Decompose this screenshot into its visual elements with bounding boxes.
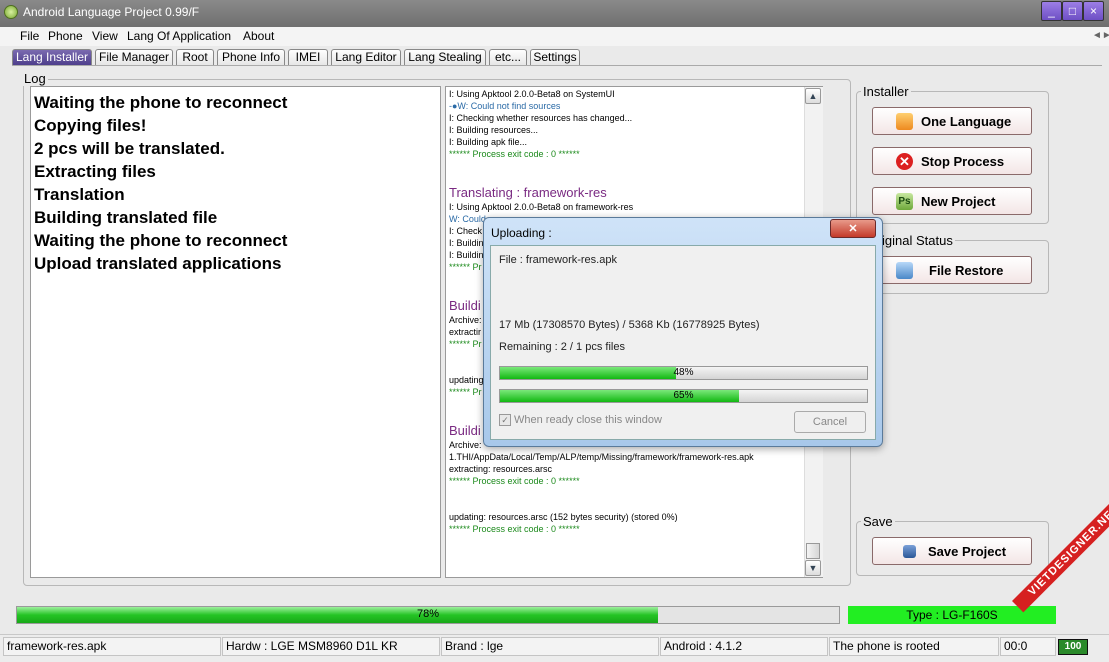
status-root: The phone is rooted <box>829 637 999 656</box>
battery-icon: 100 <box>1058 639 1088 655</box>
log-detail-line: I: Check <box>449 226 483 236</box>
close-window-button[interactable]: × <box>1083 1 1104 21</box>
tab-file-manager[interactable]: File Manager <box>95 49 173 65</box>
log-detail-line: updating <box>449 375 484 385</box>
log-detail-line: I: Using Apktool 2.0.0-Beta8 on SystemUI <box>449 89 615 99</box>
main-progress-label: 78% <box>416 608 440 620</box>
scroll-down-icon[interactable]: ▼ <box>805 560 821 576</box>
log-detail-line: Archive: <box>449 440 482 450</box>
save-project-button[interactable]: Save Project <box>872 537 1032 565</box>
menu-file[interactable]: File <box>20 29 39 43</box>
log-detail-line: updating: resources.arsc (152 bytes secu… <box>449 512 678 522</box>
file-progress-bar: 48% <box>499 366 868 380</box>
total-progress-label: 65% <box>673 390 694 401</box>
log-detail-line: extractir <box>449 327 482 337</box>
status-brand: Brand : lge <box>441 637 659 656</box>
dialog-size-label: 17 Mb (17308570 Bytes) / 5368 Kb (167789… <box>499 319 760 331</box>
log-detail-line: 1.THI/AppData/Local/Temp/ALP/temp/Missin… <box>449 452 754 462</box>
log-detail-line: I: Checking whether resources has change… <box>449 113 633 123</box>
log-line: Building translated file <box>34 208 218 227</box>
log-detail-line: ****** Pr <box>449 387 482 397</box>
stop-process-button[interactable]: ✕ Stop Process <box>872 147 1032 175</box>
scroll-thumb[interactable] <box>806 543 820 559</box>
log-line: Copying files! <box>34 116 147 135</box>
log-line: Upload translated applications <box>34 254 282 273</box>
main-progress-bar: 78% <box>16 606 840 624</box>
menu-view[interactable]: View <box>92 29 118 43</box>
log-detail-line: I: Building apk file... <box>449 137 528 147</box>
tab-lang-installer[interactable]: Lang Installer <box>12 49 92 65</box>
dialog-file-label: File : framework-res.apk <box>499 254 617 266</box>
save-legend: Save <box>861 514 895 529</box>
maximize-button[interactable]: □ <box>1062 1 1083 21</box>
dialog-close-button[interactable]: ✕ <box>830 219 876 238</box>
log-line: Extracting files <box>34 162 156 181</box>
installer-legend: Installer <box>861 84 911 99</box>
log-line: Waiting the phone to reconnect <box>34 93 288 112</box>
language-icon <box>896 113 913 130</box>
tab-scroll-arrows-icon[interactable]: ◄► <box>1092 30 1109 41</box>
log-detail-heading: Buildi <box>449 298 481 313</box>
tab-lang-editor[interactable]: Lang Editor <box>331 49 401 65</box>
close-when-ready-label: When ready close this window <box>514 414 662 426</box>
android-app-icon <box>4 5 18 19</box>
stop-icon: ✕ <box>896 153 913 170</box>
log-detail-line: ****** Process exit code : 0 ****** <box>449 524 580 534</box>
tab-lang-stealing[interactable]: Lang Stealing <box>404 49 486 65</box>
menu-phone[interactable]: Phone <box>48 29 83 43</box>
log-detail-line: ****** Pr <box>449 339 482 349</box>
floppy-disk-icon <box>903 545 916 558</box>
status-time: 00:0 <box>1000 637 1056 656</box>
tab-etc[interactable]: etc... <box>489 49 527 65</box>
status-file: framework-res.apk <box>3 637 221 656</box>
log-line: Translation <box>34 185 125 204</box>
new-project-button[interactable]: Ps New Project <box>872 187 1032 215</box>
log-detail-heading: Translating : framework-res <box>449 185 607 200</box>
tab-imei[interactable]: IMEI <box>288 49 328 65</box>
log-detail-line: I: Using Apktool 2.0.0-Beta8 on framewor… <box>449 202 634 212</box>
log-detail-line: I: Buildin <box>449 250 484 260</box>
log-legend: Log <box>22 71 48 86</box>
log-detail-line: W: Could <box>449 214 486 224</box>
file-restore-label: File Restore <box>929 263 1004 278</box>
window-title: Android Language Project 0.99/F <box>23 5 200 19</box>
log-summary-panel: Waiting the phone to reconnect Copying f… <box>30 86 441 578</box>
log-detail-line: extracting: resources.arsc <box>449 464 553 474</box>
minimize-button[interactable]: _ <box>1041 1 1062 21</box>
log-detail-line: ****** Pr <box>449 262 482 272</box>
stop-process-label: Stop Process <box>921 154 1005 169</box>
log-detail-heading: Buildi <box>449 423 481 438</box>
file-progress-label: 48% <box>673 367 694 378</box>
save-project-label: Save Project <box>928 544 1007 559</box>
tab-root[interactable]: Root <box>176 49 214 65</box>
total-progress-bar: 65% <box>499 389 868 403</box>
tab-settings[interactable]: Settings <box>530 49 580 65</box>
menu-about[interactable]: About <box>243 29 274 43</box>
log-detail-line: -●W: Could not find sources <box>449 101 561 111</box>
original-status-legend: iginal Status <box>880 233 955 248</box>
cancel-button[interactable]: Cancel <box>794 411 866 433</box>
restore-icon <box>896 262 913 279</box>
menu-lang-of-application[interactable]: Lang Of Application <box>127 29 231 43</box>
file-restore-button[interactable]: File Restore <box>872 256 1032 284</box>
log-line: 2 pcs will be translated. <box>34 139 225 158</box>
log-detail-line: Archive: <box>449 315 482 325</box>
scroll-up-icon[interactable]: ▲ <box>805 88 821 104</box>
new-project-icon: Ps <box>896 193 913 210</box>
log-detail-line: I: Building resources... <box>449 125 539 135</box>
log-detail-line: ****** Process exit code : 0 ****** <box>449 476 580 486</box>
close-when-ready-checkbox[interactable]: ✓ <box>499 414 511 426</box>
status-android-version: Android : 4.1.2 <box>660 637 828 656</box>
dialog-remaining-label: Remaining : 2 / 1 pcs files <box>499 341 625 353</box>
one-language-label: One Language <box>921 114 1012 129</box>
one-language-button[interactable]: One Language <box>872 107 1032 135</box>
log-line: Waiting the phone to reconnect <box>34 231 288 250</box>
new-project-label: New Project <box>921 194 996 209</box>
log-detail-line: I: Buildin <box>449 238 484 248</box>
dialog-title: Uploading : <box>491 226 552 240</box>
status-hardware: Hardw : LGE MSM8960 D1L KR <box>222 637 440 656</box>
tab-phone-info[interactable]: Phone Info <box>217 49 285 65</box>
log-detail-line: ****** Process exit code : 0 ****** <box>449 149 580 159</box>
